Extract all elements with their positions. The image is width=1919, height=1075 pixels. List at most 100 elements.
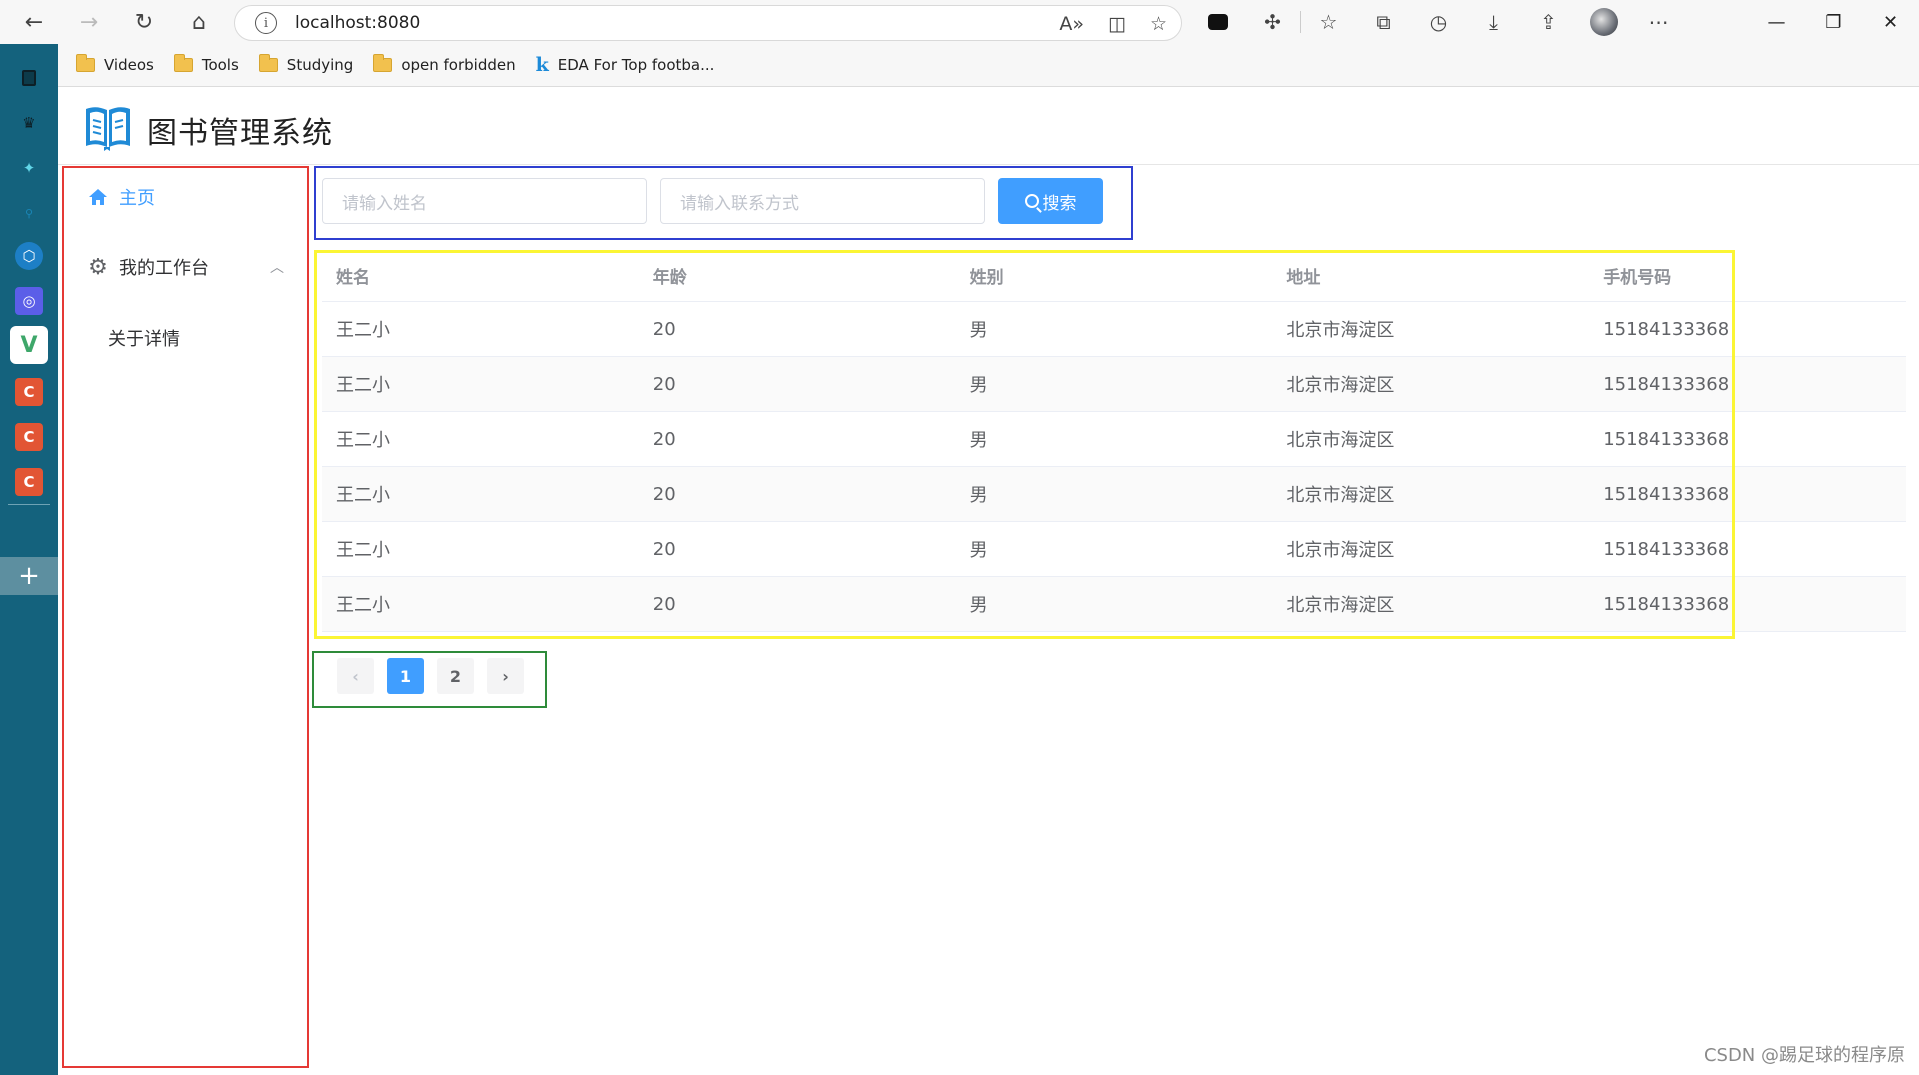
read-aloud-icon[interactable]: A» [1059, 13, 1084, 35]
folder-icon [373, 54, 393, 72]
downloads-icon[interactable]: ⤓ [1466, 0, 1521, 44]
bookmark-videos[interactable]: Videos [76, 54, 154, 74]
column-header[interactable]: 年龄 [639, 263, 956, 288]
table-row[interactable]: 王二小 20 男 北京市海淀区 15184133368 [322, 302, 1906, 357]
restore-button[interactable]: ❐ [1805, 0, 1862, 44]
crown-icon[interactable]: ♛ [15, 109, 43, 137]
extensions-icon[interactable]: ✣ [1245, 0, 1300, 44]
search-sidebar-icon[interactable]: ⚲ [15, 199, 43, 227]
edge-sidebar: ♛ ✦ ⚲ ⬡ ◎ V C C C + [0, 44, 58, 1075]
cell-name: 王二小 [336, 540, 390, 561]
bookmark-eda[interactable]: k EDA For Top footba... [536, 54, 715, 76]
side-menu: 主页 ⚙ 我的工作台 ︿ 关于详情 [63, 166, 306, 1066]
app-header: 图书管理系统 [58, 88, 1919, 165]
cell-name: 王二小 [336, 595, 390, 616]
cell-name: 王二小 [336, 430, 390, 451]
favorites-icon[interactable]: ☆ [1301, 0, 1356, 44]
chevron-up-icon: ︿ [270, 260, 284, 276]
more-menu-icon[interactable]: ⋯ [1631, 0, 1686, 44]
page-button-1[interactable]: 1 [387, 658, 424, 694]
bookmark-label: Videos [104, 56, 154, 74]
kite-icon[interactable]: ✦ [15, 154, 43, 182]
collections-icon[interactable]: ⧉ [1356, 0, 1411, 44]
bookmark-label: EDA For Top footba... [557, 56, 715, 74]
bookmark-label: open forbidden [401, 56, 516, 74]
menu-label: 关于详情 [108, 329, 180, 350]
folder-icon [258, 54, 278, 72]
menu-item-home[interactable]: 主页 [63, 169, 306, 225]
vue-icon[interactable]: V [10, 326, 48, 364]
app-title: 图书管理系统 [147, 116, 333, 151]
extension-app-icon[interactable] [1190, 0, 1245, 44]
share-icon[interactable]: ⇪ [1521, 0, 1576, 44]
address-bar[interactable]: i localhost:8080 A» ◫ ☆ [234, 5, 1182, 41]
column-header[interactable]: 地址 [1272, 263, 1589, 288]
sidebar-divider [8, 504, 50, 505]
contact-search-input[interactable]: 请输入联系方式 [660, 178, 985, 224]
add-sidebar-icon[interactable]: + [0, 557, 58, 595]
cell-phone: 15184133368 [1603, 318, 1730, 340]
profile-avatar[interactable] [1576, 0, 1631, 44]
cell-phone: 15184133368 [1603, 428, 1730, 450]
bookmark-open-forbidden[interactable]: open forbidden [373, 54, 516, 74]
gear-icon: ⚙ [88, 254, 108, 280]
c-app-icon[interactable]: C [15, 423, 43, 451]
circle-app-icon[interactable]: ◎ [15, 287, 43, 315]
cube-icon[interactable]: ⬡ [15, 242, 43, 270]
home-icon [87, 188, 109, 206]
cell-age: 20 [652, 483, 676, 505]
home-button[interactable]: ⌂ [177, 0, 221, 44]
cell-address: 北京市海淀区 [1286, 595, 1395, 616]
table-row[interactable]: 王二小 20 男 北京市海淀区 15184133368 [322, 357, 1906, 412]
menu-label: 主页 [119, 188, 155, 209]
search-button[interactable]: 搜索 [998, 178, 1103, 224]
cell-age: 20 [652, 318, 676, 340]
url-text: localhost:8080 [295, 13, 421, 33]
cell-address: 北京市海淀区 [1286, 540, 1395, 561]
kaggle-icon: k [535, 54, 549, 76]
name-search-input[interactable]: 请输入姓名 [322, 178, 647, 224]
back-button[interactable]: ← [12, 0, 56, 44]
cell-address: 北京市海淀区 [1286, 320, 1395, 341]
app-page: 图书管理系统 主页 ⚙ 我的工作台 ︿ 关于详情 请输入姓名 请输入联系方式 搜… [58, 88, 1919, 1075]
cell-gender: 男 [969, 540, 988, 561]
forward-button[interactable]: → [67, 0, 111, 44]
table-row[interactable]: 王二小 20 男 北京市海淀区 15184133368 [322, 412, 1906, 467]
minimize-button[interactable]: — [1748, 0, 1805, 44]
close-window-button[interactable]: ✕ [1862, 0, 1919, 44]
bookmark-studying[interactable]: Studying [258, 54, 354, 74]
folder-icon [173, 54, 193, 72]
prev-page-button[interactable]: ‹ [337, 658, 374, 694]
cell-age: 20 [652, 373, 676, 395]
menu-item-workbench[interactable]: ⚙ 我的工作台 ︿ [63, 239, 306, 295]
cell-name: 王二小 [336, 320, 390, 341]
bookmark-label: Studying [286, 56, 354, 74]
column-header[interactable]: 姓名 [322, 263, 639, 288]
table-row[interactable]: 王二小 20 男 北京市海淀区 15184133368 [322, 577, 1906, 632]
menu-item-about[interactable]: 关于详情 [63, 313, 306, 363]
favorite-star-icon[interactable]: ☆ [1150, 13, 1167, 35]
history-icon[interactable]: ◷ [1411, 0, 1466, 44]
search-icon [1024, 194, 1039, 208]
cell-phone: 15184133368 [1603, 483, 1730, 505]
column-header[interactable]: 姓别 [956, 263, 1273, 288]
table-row[interactable]: 王二小 20 男 北京市海淀区 15184133368 [322, 467, 1906, 522]
refresh-button[interactable]: ↻ [122, 0, 166, 44]
page-button-2[interactable]: 2 [437, 658, 474, 694]
bookmark-label: Tools [201, 56, 239, 74]
cell-name: 王二小 [336, 485, 390, 506]
screen: ← → ↻ ⌂ i localhost:8080 A» ◫ ☆ ✣ ☆ ⧉ ◷ … [0, 0, 1919, 1075]
split-screen-icon[interactable]: ◫ [1108, 13, 1126, 35]
cell-gender: 男 [969, 320, 988, 341]
c-app-icon[interactable]: C [15, 468, 43, 496]
column-header[interactable]: 手机号码 [1589, 263, 1906, 288]
bookmark-tools[interactable]: Tools [173, 54, 239, 74]
c-app-icon[interactable]: C [15, 378, 43, 406]
data-table: 姓名 年龄 姓别 地址 手机号码 王二小 20 男 北京市海淀区 1518413… [322, 250, 1906, 632]
tab-actions-icon[interactable] [15, 64, 43, 92]
cell-address: 北京市海淀区 [1286, 485, 1395, 506]
table-row[interactable]: 王二小 20 男 北京市海淀区 15184133368 [322, 522, 1906, 577]
next-page-button[interactable]: › [487, 658, 524, 694]
cell-gender: 男 [969, 375, 988, 396]
site-info-icon[interactable]: i [255, 12, 277, 34]
